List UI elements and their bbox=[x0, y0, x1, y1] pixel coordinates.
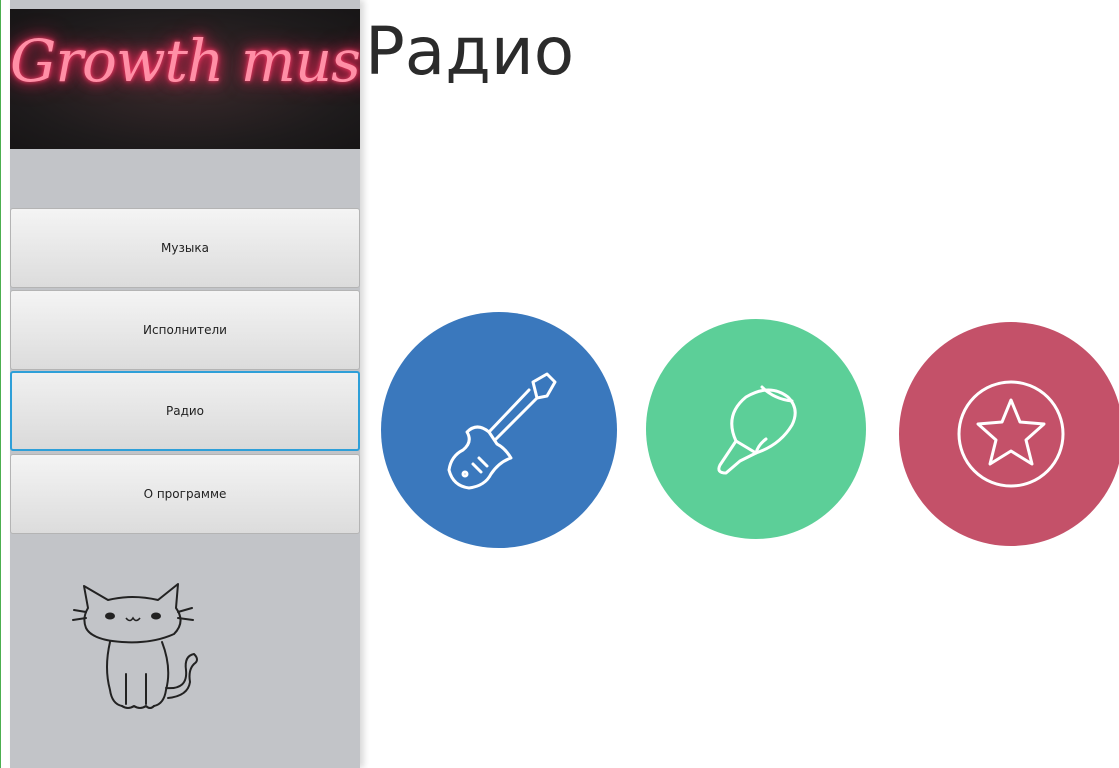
radio-station-rap[interactable] bbox=[646, 319, 866, 539]
sidebar-item-about[interactable]: О программе bbox=[10, 454, 360, 534]
sidebar-item-label: Музыка bbox=[161, 241, 209, 255]
sidebar-item-label: О программе bbox=[143, 487, 227, 501]
sidebar-item-label: Радио bbox=[165, 404, 205, 418]
guitar-icon bbox=[447, 372, 557, 490]
radio-station-top[interactable] bbox=[899, 322, 1119, 546]
cap-icon bbox=[717, 385, 797, 475]
window-edge bbox=[0, 0, 10, 768]
page-title: Радио bbox=[365, 13, 575, 90]
cat-illustration bbox=[72, 583, 198, 709]
star-icon bbox=[957, 380, 1065, 488]
sidebar-item-music[interactable]: Музыка bbox=[10, 208, 360, 288]
sidebar: Growth music Музыка Исполнители Радио О … bbox=[10, 0, 360, 768]
app-logo: Growth music bbox=[10, 9, 360, 149]
sidebar-item-label: Исполнители bbox=[143, 323, 227, 337]
logo-neon-text: Growth music bbox=[10, 27, 360, 95]
radio-station-rock[interactable] bbox=[381, 312, 617, 548]
sidebar-item-radio[interactable]: Радио bbox=[10, 371, 360, 451]
sidebar-item-artists[interactable]: Исполнители bbox=[10, 290, 360, 370]
